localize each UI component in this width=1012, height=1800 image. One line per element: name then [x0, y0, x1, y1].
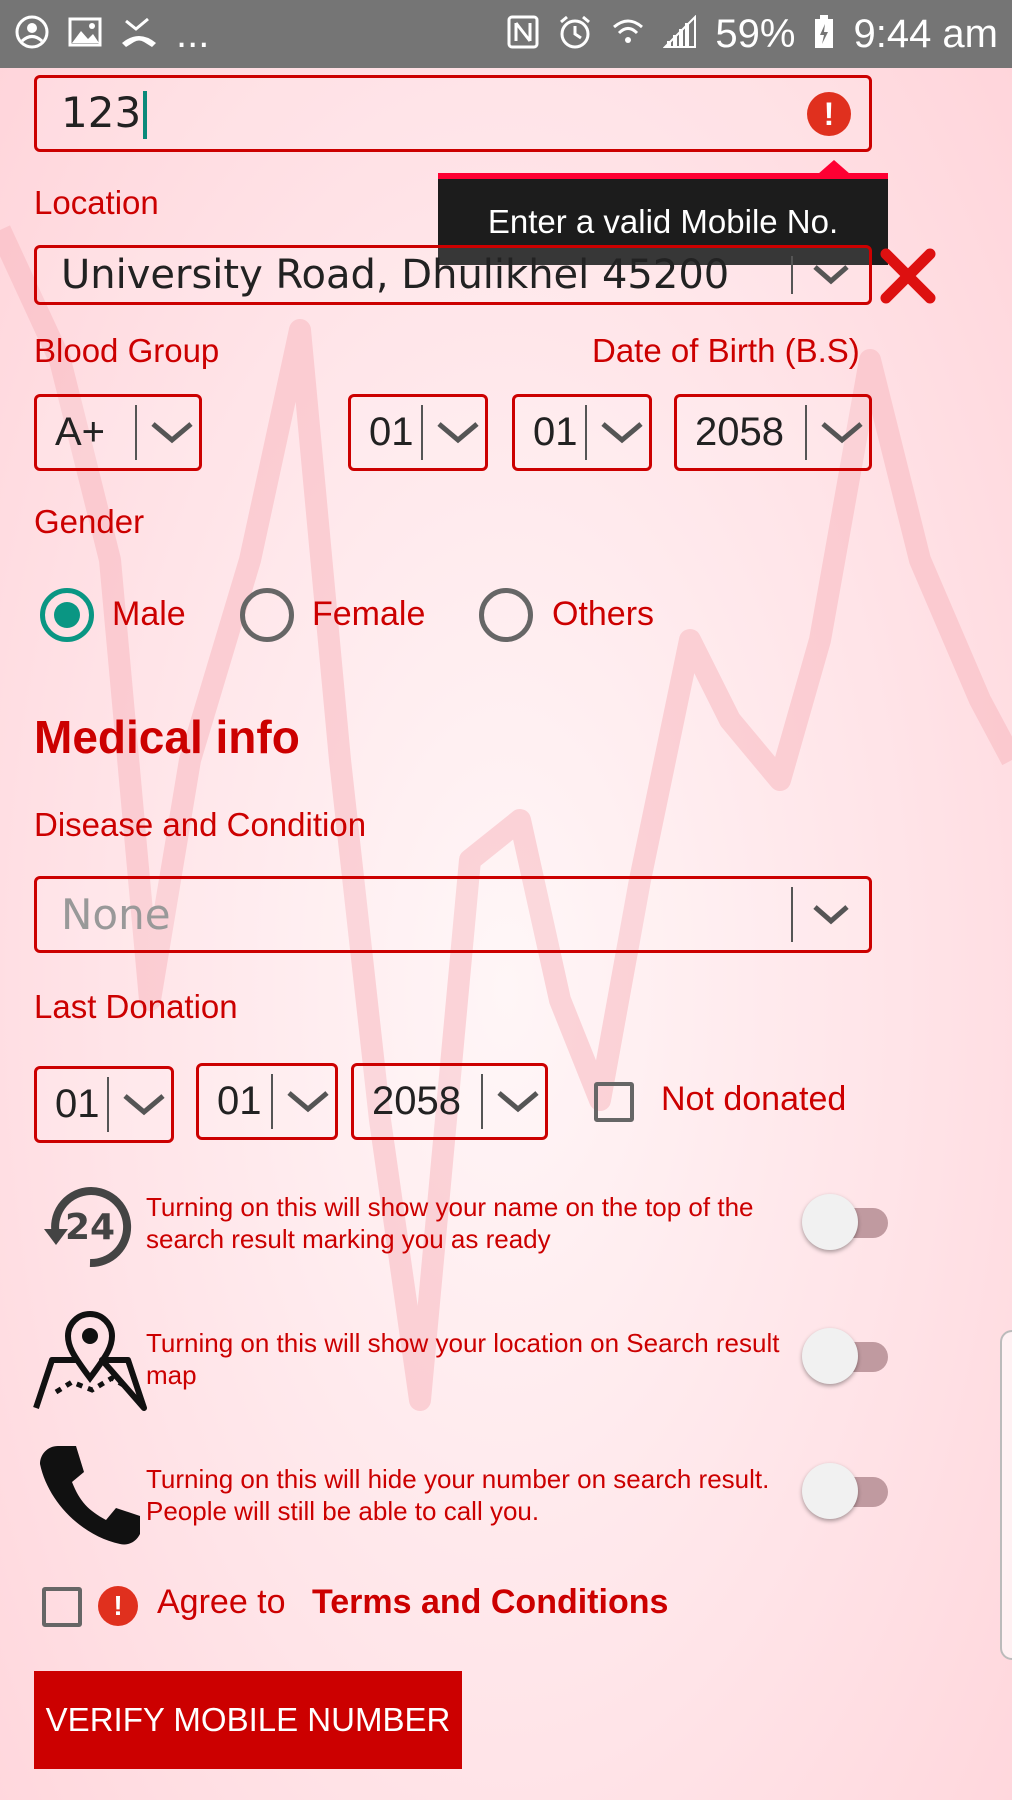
dob-label: Date of Birth (B.S) — [592, 332, 860, 369]
agree-label: Agree to — [157, 1583, 286, 1621]
gender-male-label[interactable]: Male — [112, 595, 186, 634]
divider — [271, 1074, 273, 1129]
mobile-number-value-wrap: 123 — [37, 87, 148, 140]
divider — [481, 1074, 483, 1129]
chevron-down-icon — [813, 265, 849, 285]
dob-day-select[interactable]: 01 — [512, 394, 652, 471]
clear-location-icon[interactable] — [878, 246, 938, 306]
status-bar: ... 59% 9:44 am — [0, 0, 1012, 68]
gender-others-label[interactable]: Others — [552, 595, 654, 634]
not-donated-checkbox[interactable] — [594, 1082, 634, 1122]
disease-placeholder: None — [61, 890, 171, 939]
toggle-thumb — [802, 1194, 858, 1250]
chevron-down-icon — [149, 397, 195, 468]
toggle-thumb — [802, 1328, 858, 1384]
chevron-down-icon — [495, 1066, 541, 1137]
gender-male-radio[interactable] — [40, 588, 94, 642]
dob-year-select[interactable]: 2058 — [674, 394, 872, 471]
gender-female-radio[interactable] — [240, 588, 294, 642]
divider — [805, 405, 807, 460]
chevron-down-icon — [819, 397, 865, 468]
24-hour-icon: 24 — [38, 1175, 142, 1283]
dob-month-value: 01 — [369, 410, 414, 454]
terms-error-icon[interactable]: ! — [98, 1586, 138, 1626]
gender-others-radio[interactable] — [479, 588, 533, 642]
divider — [107, 1077, 109, 1132]
donation-day-select[interactable]: 01 — [196, 1063, 338, 1140]
chevron-down-icon — [599, 397, 645, 468]
disease-dropdown[interactable]: None — [34, 876, 872, 953]
divider — [421, 405, 423, 460]
location-label: Location — [34, 184, 159, 221]
disease-dropdown-toggle[interactable] — [791, 887, 869, 942]
chevron-down-icon — [285, 1066, 331, 1137]
divider — [135, 405, 137, 460]
last-donation-label: Last Donation — [34, 988, 238, 1025]
image-icon — [68, 17, 102, 52]
donation-year-value: 2058 — [372, 1079, 461, 1123]
gender-label: Gender — [34, 503, 145, 540]
missed-call-icon — [120, 15, 158, 54]
divider — [585, 405, 587, 460]
location-toggle[interactable] — [802, 1326, 888, 1386]
donation-month-value: 01 — [55, 1082, 100, 1126]
disease-label: Disease and Condition — [34, 806, 367, 843]
mobile-number-input[interactable]: 123 ! — [34, 75, 872, 152]
terms-link[interactable]: Terms and Conditions — [312, 1583, 668, 1622]
donation-day-value: 01 — [217, 1079, 262, 1123]
hide-number-toggle[interactable] — [802, 1461, 888, 1521]
hide-number-toggle-description: Turning on this will hide your number on… — [146, 1464, 770, 1526]
donation-month-select[interactable]: 01 — [34, 1066, 174, 1143]
chevron-down-icon — [813, 904, 849, 924]
gender-female-label[interactable]: Female — [312, 595, 425, 634]
nfc-icon — [507, 15, 539, 54]
form-content: 123 ! Enter a valid Mobile No. Location … — [0, 68, 1012, 1800]
phone-icon — [36, 1440, 144, 1552]
ready-toggle-description: Turning on this will show your name on t… — [146, 1192, 754, 1254]
not-donated-label[interactable]: Not donated — [661, 1080, 846, 1119]
dob-month-select[interactable]: 01 — [348, 394, 488, 471]
scroll-handle[interactable] — [1000, 1330, 1012, 1660]
ready-toggle[interactable] — [802, 1192, 888, 1252]
terms-checkbox[interactable] — [42, 1587, 82, 1627]
clock: 9:44 am — [853, 11, 998, 56]
location-toggle-description: Turning on this will show your location … — [146, 1328, 780, 1390]
blood-group-label: Blood Group — [34, 332, 220, 369]
chevron-down-icon — [435, 397, 481, 468]
medical-info-heading: Medical info — [34, 711, 300, 763]
mobile-number-value: 123 — [61, 87, 142, 137]
location-dropdown[interactable]: University Road, Dhulikhel 45200 — [34, 245, 872, 305]
location-value: University Road, Dhulikhel 45200 — [61, 252, 730, 298]
tooltip-pointer — [818, 160, 850, 174]
map-pin-icon — [32, 1308, 148, 1416]
location-dropdown-toggle[interactable] — [791, 256, 869, 294]
alarm-icon — [557, 14, 593, 55]
verify-mobile-button[interactable]: VERIFY MOBILE NUMBER — [34, 1671, 462, 1769]
dob-day-value: 01 — [533, 410, 578, 454]
text-cursor — [143, 91, 148, 140]
blood-group-value: A+ — [55, 410, 106, 454]
svg-text:24: 24 — [65, 1207, 115, 1248]
battery-percent: 59% — [715, 11, 796, 56]
error-icon[interactable]: ! — [807, 92, 851, 136]
blood-group-select[interactable]: A+ — [34, 394, 202, 471]
chevron-down-icon — [121, 1069, 167, 1140]
signal-icon — [662, 14, 697, 54]
wifi-icon — [611, 15, 645, 54]
donation-year-select[interactable]: 2058 — [351, 1063, 548, 1140]
overflow-indicator: ... — [176, 11, 210, 56]
account-icon — [14, 14, 50, 55]
toggle-thumb — [802, 1463, 858, 1519]
battery-icon — [813, 14, 835, 55]
dob-year-value: 2058 — [695, 410, 784, 454]
